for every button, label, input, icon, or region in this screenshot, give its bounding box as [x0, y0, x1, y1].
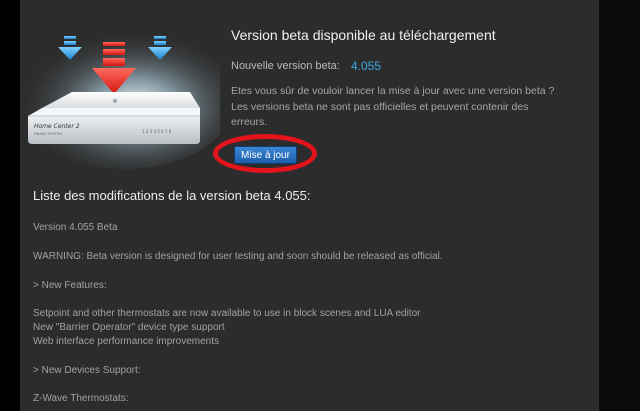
window-right-edge [599, 0, 640, 411]
changelog-line: > New Features: [33, 280, 107, 291]
confirm-line: Etes vous sûr de vouloir lancer la mise … [231, 85, 555, 97]
changelog-line: > New Devices Support: [33, 365, 141, 376]
device-brand-label: Home Center 2 [34, 123, 80, 130]
changelog-line: Web interface performance improvements [33, 336, 220, 347]
home-center-device-illustration: Home Center 2 FIBARO SYSTEM 1 2 3 4 5 6 … [20, 29, 220, 169]
device-ports-label: 1 2 3 4 5 6 7 8 [142, 129, 172, 134]
changelog-line: WARNING: Beta version is designed for us… [33, 251, 443, 262]
new-version-label: Nouvelle version beta: [231, 60, 340, 72]
beta-confirm-message: Etes vous sûr de vouloir lancer la mise … [231, 84, 571, 131]
confirm-line: Les versions beta ne sont pas officielle… [231, 100, 529, 113]
changelog-title: Liste des modifications de la version be… [33, 188, 311, 203]
device-brand-sublabel: FIBARO SYSTEM [34, 132, 62, 136]
changelog-line: New "Barrier Operator" device type suppo… [33, 322, 225, 333]
confirm-line: erreurs. [231, 116, 268, 128]
beta-available-title: Version beta disponible au téléchargemen… [231, 27, 496, 43]
update-button[interactable]: Mise à jour [234, 146, 297, 164]
changelog-line: Setpoint and other thermostats are now a… [33, 308, 421, 319]
update-dialog-panel: Home Center 2 FIBARO SYSTEM 1 2 3 4 5 6 … [20, 0, 599, 411]
changelog-line: Version 4.055 Beta [33, 222, 118, 233]
changelog-line: Z-Wave Thermostats: [33, 393, 129, 404]
new-version-value: 4.055 [351, 59, 382, 73]
